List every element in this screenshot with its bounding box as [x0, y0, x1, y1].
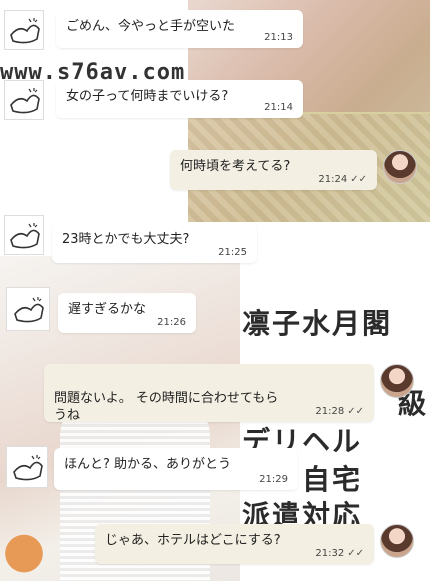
- message-row: ほんと? 助かる、ありがとう 21:29: [6, 446, 298, 490]
- message-row: ごめん、今やっと手が空いた 21:13: [4, 10, 303, 50]
- message-text: じゃあ、ホテルはどこにする?: [105, 533, 281, 548]
- message-time: 21:28 ✓✓: [315, 405, 364, 417]
- avatar[interactable]: [6, 446, 48, 488]
- message-time: 21:29: [259, 473, 288, 485]
- message-bubble[interactable]: 何時頃を考えてる? 21:24 ✓✓: [170, 150, 377, 190]
- overlay-title: 凛子水月閣: [242, 307, 393, 340]
- message-text: ごめん、今やっと手が空いた: [66, 19, 236, 34]
- message-bubble[interactable]: じゃあ、ホテルはどこにする? 21:32 ✓✓: [95, 524, 374, 564]
- bear-sticker: [0, 520, 48, 581]
- message-bubble[interactable]: 女の子って何時までいける? 21:14: [56, 80, 303, 118]
- read-check-icon: ✓✓: [347, 405, 364, 417]
- message-time: 21:26: [157, 316, 186, 328]
- message-bubble[interactable]: 問題ないよ。 その時間に合わせてもら うね 21:28 ✓✓: [44, 364, 374, 424]
- message-text: ほんと? 助かる、ありがとう: [64, 457, 232, 472]
- message-row: 23時とかでも大丈夫? 21:25: [4, 215, 257, 263]
- message-time: 21:24 ✓✓: [318, 173, 367, 185]
- message-bubble[interactable]: 遅すぎるかな 21:26: [58, 293, 196, 333]
- message-row: 問題ないよ。 その時間に合わせてもら うね 21:28 ✓✓: [44, 364, 414, 424]
- message-bubble[interactable]: ほんと? 助かる、ありがとう 21:29: [54, 448, 298, 490]
- read-check-icon: ✓✓: [347, 547, 364, 559]
- message-time: 21:14: [264, 101, 293, 113]
- avatar[interactable]: [4, 10, 44, 50]
- message-text: 何時頃を考えてる?: [180, 159, 291, 174]
- message-text: 女の子って何時までいける?: [66, 89, 229, 104]
- message-time: 21:25: [218, 246, 247, 258]
- message-row: 女の子って何時までいける? 21:14: [4, 80, 303, 120]
- message-row: 何時頃を考えてる? 21:24 ✓✓: [170, 150, 417, 190]
- message-text: 23時とかでも大丈夫?: [62, 232, 190, 247]
- avatar[interactable]: [4, 215, 44, 255]
- message-time: 21:13: [264, 31, 293, 43]
- read-check-icon: ✓✓: [350, 173, 367, 185]
- message-row: じゃあ、ホテルはどこにする? 21:32 ✓✓: [95, 524, 414, 564]
- avatar[interactable]: [380, 364, 414, 398]
- message-text: 問題ないよ。 その時間に合わせてもら うね: [54, 390, 279, 424]
- avatar[interactable]: [380, 524, 414, 558]
- message-row: 遅すぎるかな 21:26: [6, 287, 196, 333]
- message-bubble[interactable]: 23時とかでも大丈夫? 21:25: [52, 223, 257, 263]
- avatar[interactable]: [383, 150, 417, 184]
- avatar[interactable]: [6, 287, 50, 331]
- message-text: 遅すぎるかな: [68, 302, 147, 317]
- avatar[interactable]: [4, 80, 44, 120]
- message-time: 21:32 ✓✓: [315, 547, 364, 559]
- message-bubble[interactable]: ごめん、今やっと手が空いた 21:13: [56, 10, 303, 48]
